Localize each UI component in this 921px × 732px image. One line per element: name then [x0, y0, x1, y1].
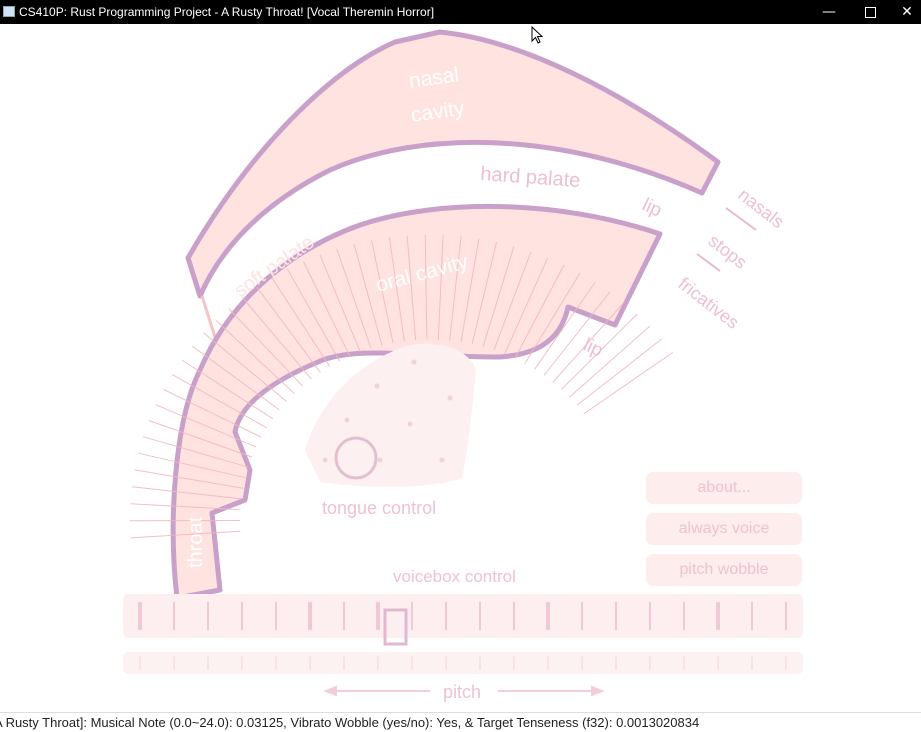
tongue-region[interactable] — [305, 344, 476, 487]
maximize-button[interactable] — [847, 0, 893, 24]
tongue-control-label: tongue control — [322, 498, 436, 518]
vocal-tract-canvas[interactable]: nasal cavity hard palate soft palate ora… — [0, 24, 921, 712]
about-button[interactable]: about... — [646, 472, 802, 504]
nasals-label: nasals — [735, 184, 788, 232]
pitch-strip[interactable] — [123, 652, 803, 674]
pitch-arrow-left-head — [326, 687, 336, 695]
status-text: A Rusty Throat]: Musical Note (0.0~24.0)… — [0, 715, 699, 730]
mouse-cursor-icon — [531, 26, 545, 46]
tract-segment-line — [569, 326, 650, 397]
lip-bottom-label: lip — [580, 334, 606, 361]
hard-palate-label: hard palate — [480, 163, 581, 192]
title-bar: CS410P: Rust Programming Project - A Rus… — [0, 0, 921, 24]
throat-label: throat — [185, 516, 207, 568]
tongue-dot — [440, 458, 445, 463]
status-line: A Rusty Throat]: Musical Note (0.0~24.0)… — [0, 712, 921, 732]
pitch-wobble-button[interactable]: pitch wobble — [646, 554, 802, 586]
stops-indicator — [697, 254, 720, 271]
tongue-dot — [375, 384, 380, 389]
pitch-arrow-right-head — [592, 687, 602, 695]
always-voice-button[interactable]: always voice — [646, 513, 802, 545]
tongue-dot — [323, 458, 328, 463]
close-button[interactable]: ✕ — [893, 0, 921, 24]
app-icon — [3, 6, 15, 17]
tongue-dot — [448, 396, 453, 401]
stops-label: stops — [705, 230, 751, 272]
lip-top-label: lip — [639, 194, 665, 221]
tongue-dot — [408, 422, 413, 427]
tongue-dot — [345, 418, 350, 423]
tongue-dot — [412, 360, 417, 365]
pitch-label: pitch — [443, 682, 481, 702]
voicebox-keyboard[interactable] — [123, 594, 803, 638]
voicebox-control-label: voicebox control — [393, 567, 516, 586]
minimize-button[interactable]: — — [806, 0, 852, 24]
fricatives-label: fricatives — [675, 273, 743, 332]
tongue-dot — [378, 458, 383, 463]
tract-segment-line — [584, 353, 673, 414]
maximize-icon — [865, 7, 876, 18]
window-title: CS410P: Rust Programming Project - A Rus… — [19, 5, 434, 19]
